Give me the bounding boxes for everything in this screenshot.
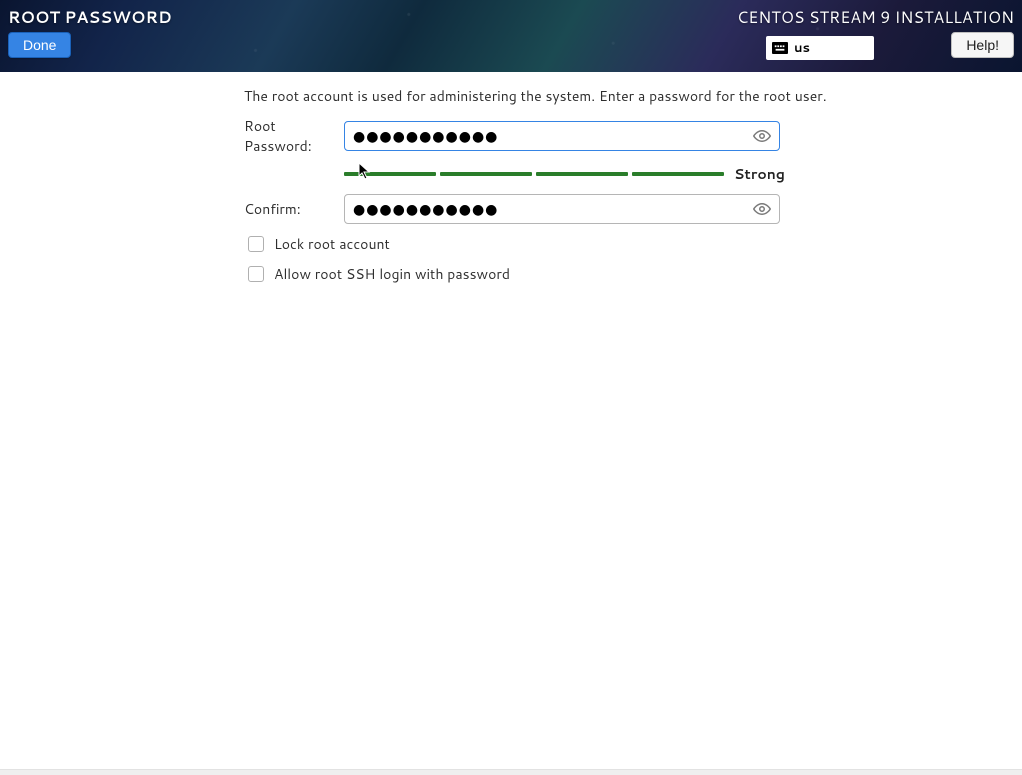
allow-ssh-checkbox[interactable]: [248, 266, 264, 282]
confirm-password-field-wrap[interactable]: [344, 194, 780, 224]
intro-text: The root account is used for administeri…: [244, 86, 1022, 106]
keyboard-layout-selector[interactable]: us: [766, 36, 874, 60]
strength-seg-2: [440, 172, 532, 176]
root-password-input[interactable]: [353, 126, 753, 146]
done-button[interactable]: Done: [8, 32, 71, 58]
confirm-password-label: Confirm:: [244, 199, 344, 219]
help-button[interactable]: Help!: [951, 32, 1014, 58]
root-password-row: Root Password:: [244, 116, 1022, 156]
password-strength-label: Strong: [734, 164, 785, 184]
strength-seg-3: [536, 172, 628, 176]
keyboard-layout-label: us: [794, 39, 810, 57]
confirm-password-input[interactable]: [353, 199, 753, 219]
header-bar: ROOT PASSWORD CENTOS STREAM 9 INSTALLATI…: [0, 0, 1022, 72]
allow-ssh-label[interactable]: Allow root SSH login with password: [274, 264, 510, 284]
root-password-label: Root Password:: [244, 116, 344, 156]
confirm-password-row: Confirm:: [244, 194, 1022, 224]
keyboard-icon: [772, 42, 788, 54]
password-strength-meter: [344, 172, 724, 176]
root-password-field-wrap[interactable]: [344, 121, 780, 151]
strength-seg-1: [344, 172, 436, 176]
installer-title: CENTOS STREAM 9 INSTALLATION: [737, 6, 1014, 29]
main-content: The root account is used for administeri…: [0, 72, 1022, 284]
bottom-bar: [0, 769, 1022, 775]
lock-root-row: Lock root account: [248, 234, 1022, 254]
lock-root-checkbox[interactable]: [248, 236, 264, 252]
lock-root-label[interactable]: Lock root account: [274, 234, 390, 254]
strength-seg-4: [632, 172, 724, 176]
eye-icon[interactable]: [753, 200, 771, 218]
mouse-cursor-icon: [358, 162, 372, 180]
password-strength-row: Strong: [344, 164, 1022, 184]
allow-ssh-row: Allow root SSH login with password: [248, 264, 1022, 284]
eye-icon[interactable]: [753, 127, 771, 145]
